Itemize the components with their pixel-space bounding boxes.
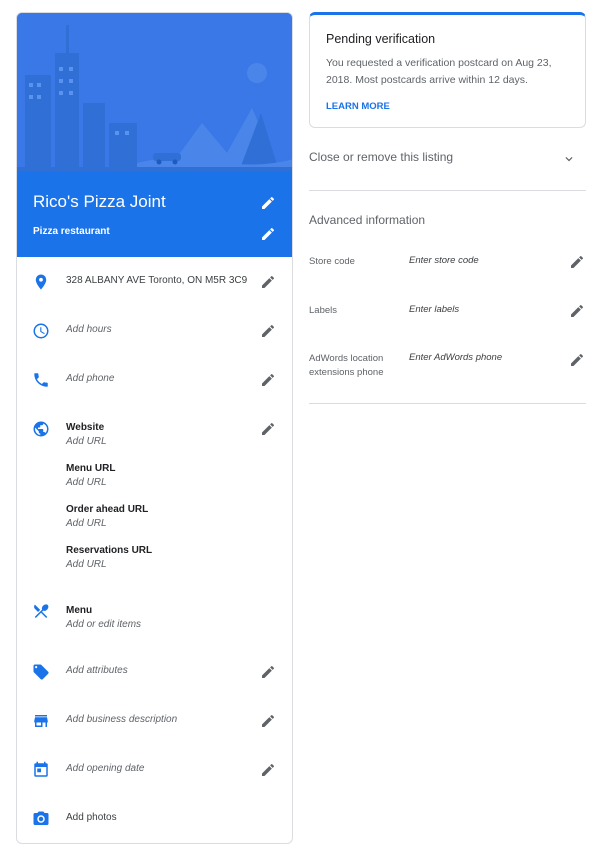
edit-category-icon[interactable] [260,226,276,242]
reservations-url-value: Add URL [66,559,107,570]
edit-description-icon[interactable] [260,713,276,729]
pending-verification-card: Pending verification You requested a ver… [309,12,586,128]
reservations-url-label: Reservations URL [66,545,153,556]
store-code-field[interactable]: Enter store code [409,255,479,266]
hours-text: Add hours [66,324,112,335]
close-remove-listing-label: Close or remove this listing [309,150,454,164]
order-ahead-url-label: Order ahead URL [66,504,149,515]
website-label: Website [66,422,105,433]
camera-icon [32,810,50,828]
pending-title: Pending verification [326,32,436,46]
location-pin-icon [32,273,50,291]
adwords-phone-field[interactable]: Enter AdWords phone [409,352,502,363]
adwords-phone-label: AdWords location extensions phone [309,353,384,378]
phone-icon [32,371,50,389]
edit-address-icon[interactable] [260,274,276,290]
edit-adwords-phone-icon[interactable] [569,352,585,368]
menu-url-value: Add URL [66,477,107,488]
order-ahead-url-value: Add URL [66,518,107,529]
close-remove-listing-toggle[interactable]: Close or remove this listing [309,148,586,170]
edit-store-code-icon[interactable] [569,254,585,270]
attributes-text: Add attributes [66,665,128,676]
edit-website-icon[interactable] [260,421,276,437]
phone-text: Add phone [66,373,115,384]
labels-field[interactable]: Enter labels [409,304,459,315]
storefront-icon [32,712,50,730]
edit-attributes-icon[interactable] [260,664,276,680]
menu-value: Add or edit items [66,619,142,630]
chevron-down-icon [562,152,576,166]
edit-hours-icon[interactable] [260,323,276,339]
menu-label: Menu [66,605,93,616]
fork-knife-icon [32,602,50,620]
photos-text: Add photos [66,812,117,823]
address-text: 328 ALBANY AVE Toronto, ON M5R 3C9 [66,275,248,286]
opening-date-text: Add opening date [66,763,145,774]
menu-url-label: Menu URL [66,463,116,474]
clock-icon [32,322,50,340]
store-code-label: Store code [309,256,355,267]
calendar-icon [32,761,50,779]
business-category: Pizza restaurant [33,226,110,237]
website-value: Add URL [66,436,107,447]
divider [309,403,586,404]
edit-opening-date-icon[interactable] [260,762,276,778]
tag-icon [32,663,50,681]
advanced-info-title: Advanced information [309,213,426,227]
edit-labels-icon[interactable] [569,303,585,319]
divider [309,190,586,191]
description-text: Add business description [66,714,178,725]
cover-illustration [17,13,292,171]
business-info-card: Rico's Pizza Joint Pizza restaurant 328 … [16,12,293,844]
pending-body: You requested a verification postcard on… [326,57,552,86]
edit-phone-icon[interactable] [260,372,276,388]
globe-icon [32,420,50,438]
business-header: Rico's Pizza Joint Pizza restaurant [17,171,292,257]
labels-label: Labels [309,305,337,316]
edit-name-icon[interactable] [260,195,276,211]
business-name: Rico's Pizza Joint [33,192,166,211]
learn-more-link[interactable]: LEARN MORE [326,101,390,112]
